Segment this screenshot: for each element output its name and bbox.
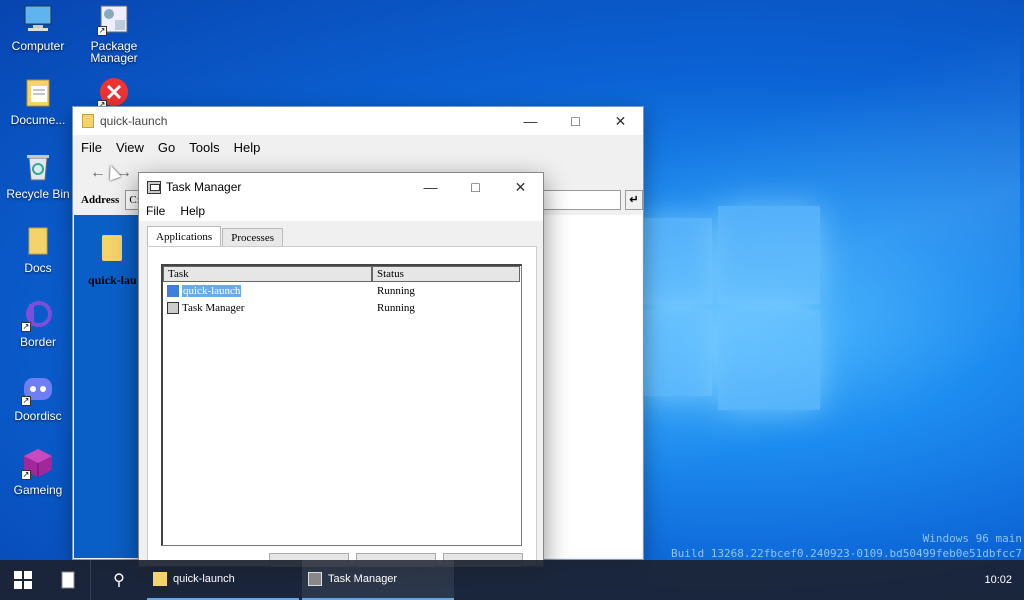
desktop-icon-border[interactable]: ↗ Border bbox=[0, 300, 76, 348]
menu-file[interactable]: File bbox=[146, 204, 165, 218]
windows-logo-wallpaper bbox=[640, 200, 825, 415]
taskbar-item-task-manager[interactable]: Task Manager bbox=[302, 560, 454, 600]
list-header: Task Status bbox=[163, 266, 521, 282]
task-manager-title: Task Manager bbox=[166, 180, 242, 194]
windows-start-icon bbox=[14, 571, 32, 589]
applications-list[interactable]: Task Status quick-launch Running Task Ma… bbox=[161, 264, 522, 546]
column-header-status[interactable]: Status bbox=[372, 266, 520, 282]
applications-panel: Task Status quick-launch Running Task Ma… bbox=[147, 246, 537, 566]
table-row[interactable]: quick-launch Running bbox=[163, 282, 521, 299]
tab-applications[interactable]: Applications bbox=[147, 226, 222, 247]
menu-file[interactable]: File bbox=[81, 140, 102, 155]
minimize-button[interactable]: — bbox=[408, 173, 453, 201]
error-icon: ↗ bbox=[97, 78, 131, 110]
task-manager-menubar: File Help bbox=[139, 201, 543, 221]
documents-icon bbox=[21, 78, 55, 108]
desktop-icon-gameing[interactable]: ↗ Gameing bbox=[0, 448, 76, 496]
app-icon bbox=[167, 284, 179, 297]
close-button[interactable]: ✕ bbox=[598, 107, 643, 135]
folder-icon bbox=[153, 572, 167, 586]
folder-icon bbox=[21, 226, 55, 256]
package-manager-icon: ↗ bbox=[97, 4, 131, 36]
task-manager-tabs: Applications Processes bbox=[147, 226, 284, 247]
maximize-button[interactable]: □ bbox=[553, 107, 598, 135]
border-browser-icon: ↗ bbox=[21, 300, 55, 332]
folder-icon bbox=[102, 235, 123, 261]
task-name: Task Manager bbox=[182, 301, 245, 314]
menu-help[interactable]: Help bbox=[180, 204, 205, 218]
taskbar: ⚲ quick-launch Task Manager 10:02 bbox=[0, 560, 1024, 600]
desktop-icon-docs[interactable]: Docs bbox=[0, 226, 76, 274]
task-manager-icon bbox=[167, 301, 179, 314]
gameing-cube-icon: ↗ bbox=[21, 448, 55, 480]
task-manager-titlebar[interactable]: Task Manager — □ ✕ bbox=[139, 173, 543, 201]
explorer-titlebar[interactable]: quick-launch — □ ✕ bbox=[73, 107, 643, 135]
taskbar-item-quick-launch[interactable]: quick-launch bbox=[147, 560, 299, 600]
maximize-button[interactable]: □ bbox=[453, 173, 498, 201]
build-watermark: Windows 96 main Build 13268.22fbcef0.240… bbox=[671, 532, 1022, 560]
desktop-icon-doordisc[interactable]: ↗ Doordisc bbox=[0, 374, 76, 422]
task-name: quick-launch bbox=[182, 284, 242, 297]
task-manager-window[interactable]: Task Manager — □ ✕ File Help Application… bbox=[138, 172, 544, 567]
folder-item-quick-launch[interactable]: quick-lau bbox=[88, 235, 137, 288]
start-button[interactable] bbox=[0, 560, 46, 600]
computer-icon bbox=[21, 4, 55, 34]
column-header-task[interactable]: Task bbox=[163, 266, 372, 282]
close-button[interactable]: ✕ bbox=[498, 173, 543, 201]
explorer-side-panel: quick-lau bbox=[74, 215, 140, 558]
explorer-title: quick-launch bbox=[100, 114, 168, 128]
table-row[interactable]: Task Manager Running bbox=[163, 299, 521, 316]
explorer-menubar: File View Go Tools Help bbox=[73, 135, 643, 159]
search-icon[interactable]: ⚲ bbox=[91, 560, 147, 600]
desktop-icon-documents[interactable]: Docume... bbox=[0, 78, 76, 126]
desktop-icon-computer[interactable]: Computer bbox=[0, 4, 76, 52]
task-status: Running bbox=[377, 301, 415, 314]
task-manager-icon bbox=[308, 572, 322, 586]
doordisc-icon: ↗ bbox=[21, 374, 55, 406]
address-label: Address bbox=[81, 194, 120, 206]
desktop-icon-recycle-bin[interactable]: Recycle Bin bbox=[0, 152, 76, 200]
recycle-bin-icon bbox=[21, 152, 55, 182]
menu-view[interactable]: View bbox=[116, 140, 144, 155]
go-arrow-icon[interactable]: ↵ bbox=[625, 190, 643, 210]
taskbar-clock[interactable]: 10:02 bbox=[984, 560, 1012, 600]
document-quick-icon[interactable] bbox=[46, 560, 90, 600]
minimize-button[interactable]: — bbox=[508, 107, 553, 135]
tab-processes[interactable]: Processes bbox=[222, 228, 283, 247]
menu-go[interactable]: Go bbox=[158, 140, 175, 155]
desktop-icon-package-manager[interactable]: ↗ Package Manager bbox=[76, 4, 152, 64]
menu-tools[interactable]: Tools bbox=[189, 140, 219, 155]
task-manager-icon bbox=[147, 180, 161, 194]
folder-icon bbox=[82, 114, 94, 128]
task-status: Running bbox=[377, 284, 415, 297]
menu-help[interactable]: Help bbox=[234, 140, 261, 155]
